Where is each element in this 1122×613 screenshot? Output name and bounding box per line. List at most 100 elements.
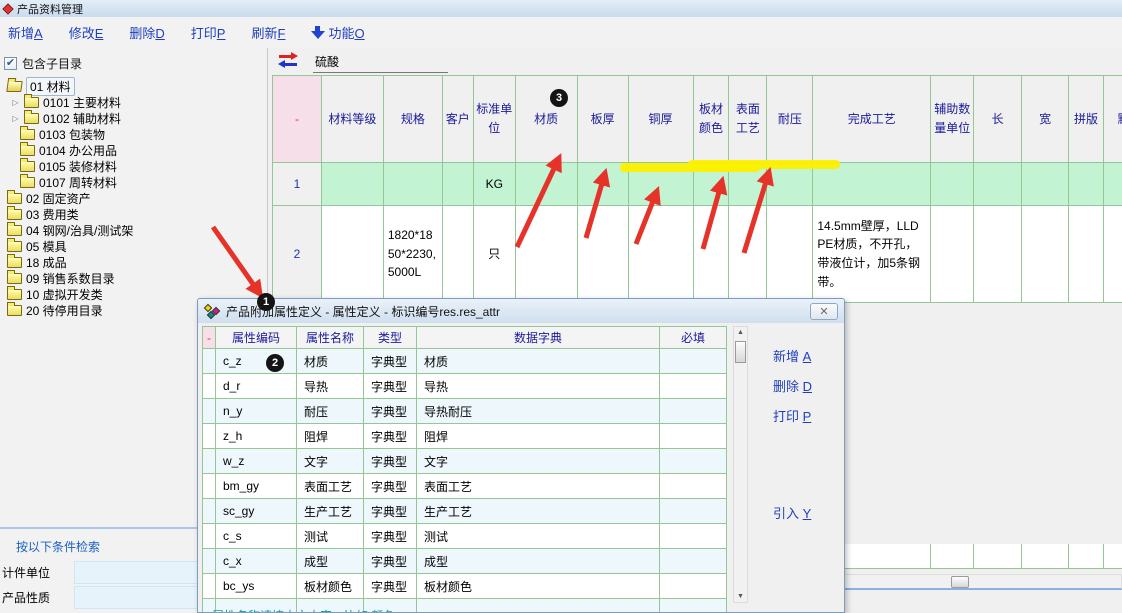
table-cell[interactable] (629, 206, 694, 303)
table-cell[interactable] (578, 206, 629, 303)
table-cell[interactable] (322, 163, 384, 206)
dialog-cell[interactable]: 测试 (297, 524, 364, 549)
dialog-cell[interactable] (660, 549, 727, 574)
table-cell[interactable] (729, 206, 767, 303)
dialog-vertical-scrollbar[interactable]: ▲ ▼ (733, 326, 748, 603)
dialog-cell[interactable]: 测试 (417, 524, 660, 549)
dialog-cell[interactable]: z_h (216, 424, 297, 449)
table-cell-empty[interactable] (974, 544, 1022, 569)
table-cell[interactable] (1104, 163, 1122, 206)
table-cell[interactable]: KG (474, 163, 516, 206)
attribute-row-w_z[interactable]: w_z文字字典型文字 (203, 449, 727, 474)
dialog-cell[interactable] (203, 374, 216, 399)
dialog-cell[interactable]: 板材颜色 (297, 574, 364, 599)
table-cell[interactable]: 2 (273, 206, 322, 303)
dialog-cell[interactable]: 导热 (297, 374, 364, 399)
dialog-cell[interactable]: 成型 (417, 549, 660, 574)
search-input[interactable] (74, 561, 210, 584)
table-cell[interactable] (729, 163, 767, 206)
dialog-cell[interactable]: 阻焊 (417, 424, 660, 449)
dialog-cell[interactable]: 导热 (417, 374, 660, 399)
table-cell[interactable] (1104, 206, 1122, 303)
dialog-cell[interactable] (203, 399, 216, 424)
scroll-up-icon[interactable]: ▲ (735, 329, 746, 336)
dialog-titlebar[interactable]: 产品附加属性定义 - 属性定义 - 标识编号res.res_attr ✕ (198, 299, 844, 323)
dialog-cell[interactable]: 字典型 (364, 549, 417, 574)
sidebar-item-02[interactable]: 02 固定资产 (0, 190, 267, 206)
attribute-row-d_r[interactable]: d_r导热字典型导热 (203, 374, 727, 399)
scroll-down-icon[interactable]: ▼ (735, 593, 746, 600)
sidebar-item-04[interactable]: 04 钢网/治具/测试架 (0, 222, 267, 238)
table-cell[interactable] (516, 206, 578, 303)
table-cell[interactable] (443, 206, 474, 303)
table-cell[interactable]: 1 (273, 163, 322, 206)
dialog-cell[interactable] (203, 499, 216, 524)
dialog-cell[interactable] (660, 574, 727, 599)
dialog-cell[interactable]: 生产工艺 (297, 499, 364, 524)
dialog-cell[interactable] (660, 374, 727, 399)
dialog-cell[interactable]: sc_gy (216, 499, 297, 524)
toolbar-button-E[interactable]: 修改E (69, 23, 104, 42)
column-header-7[interactable]: 铜厚 (629, 76, 694, 163)
sidebar-item-03[interactable]: 03 费用类 (0, 206, 267, 222)
column-header-10[interactable]: 耐压 (767, 76, 813, 163)
dialog-cell[interactable]: 文字 (417, 449, 660, 474)
dialog-cell[interactable]: w_z (216, 449, 297, 474)
dialog-cell[interactable]: n_y (216, 399, 297, 424)
table-cell[interactable] (813, 163, 931, 206)
table-cell-empty[interactable] (931, 544, 974, 569)
dialog-cell[interactable]: 字典型 (364, 474, 417, 499)
attribute-row-c_x[interactable]: c_x成型字典型成型 (203, 549, 727, 574)
dialog-button-Y[interactable]: 引入 Y (773, 503, 811, 522)
sidebar-item-09[interactable]: 09 销售系数目录 (0, 270, 267, 286)
dialog-cell[interactable] (660, 499, 727, 524)
toolbar-button-P[interactable]: 打印P (191, 23, 226, 42)
horizontal-scrollbar-thumb[interactable] (951, 576, 969, 588)
expand-icon[interactable]: ▷ (11, 114, 20, 123)
dialog-column-header-1[interactable]: 属性编码 (216, 327, 297, 349)
dialog-button-A[interactable]: 新增 A (773, 346, 811, 365)
dialog-cell[interactable] (203, 574, 216, 599)
dialog-cell[interactable]: 字典型 (364, 574, 417, 599)
dialog-column-header-5[interactable]: 必填 (660, 327, 727, 349)
dialog-cell[interactable] (660, 524, 727, 549)
attribute-row-sc_gy[interactable]: sc_gy生产工艺字典型生产工艺 (203, 499, 727, 524)
dialog-cell[interactable]: c_z (216, 349, 297, 374)
column-header-12[interactable]: 辅助数量单位 (931, 76, 974, 163)
table-row[interactable]: 21820*1850*2230,5000L只14.5mm壁厚，LLDPE材质，不… (273, 206, 1122, 303)
column-header-1[interactable]: 材料等级 (322, 76, 384, 163)
vertical-scrollbar-thumb[interactable] (735, 341, 746, 363)
column-header-5[interactable]: 材质 (516, 76, 578, 163)
dialog-cell[interactable]: 字典型 (364, 449, 417, 474)
attribute-row-z_h[interactable]: z_h阻焊字典型阻焊 (203, 424, 727, 449)
column-header-13[interactable]: 长 (974, 76, 1022, 163)
swap-icon[interactable] (277, 53, 299, 68)
table-cell[interactable] (694, 206, 730, 303)
column-header-14[interactable]: 宽 (1022, 76, 1069, 163)
attribute-row-c_z[interactable]: c_z材质字典型材质 (203, 349, 727, 374)
dialog-cell[interactable] (660, 399, 727, 424)
dialog-cell[interactable]: c_x (216, 549, 297, 574)
table-cell[interactable]: 14.5mm壁厚，LLDPE材质，不开孔，带液位计，加5条钢带。 (813, 206, 931, 303)
attribute-row-c_s[interactable]: c_s测试字典型测试 (203, 524, 727, 549)
dialog-cell[interactable] (660, 474, 727, 499)
dialog-cell[interactable]: 板材颜色 (417, 574, 660, 599)
dialog-cell[interactable]: 材质 (297, 349, 364, 374)
table-cell[interactable] (974, 163, 1022, 206)
dialog-cell[interactable]: 字典型 (364, 424, 417, 449)
dialog-cell[interactable] (203, 449, 216, 474)
table-cell[interactable] (767, 163, 813, 206)
column-header-0[interactable]: - (273, 76, 322, 163)
table-cell[interactable] (629, 163, 694, 206)
dialog-column-header-2[interactable]: 属性名称 (297, 327, 364, 349)
dialog-cell[interactable]: 字典型 (364, 349, 417, 374)
table-cell-empty[interactable] (1069, 544, 1104, 569)
dialog-cell[interactable]: 材质 (417, 349, 660, 374)
filter-input[interactable]: 硫酸 (313, 53, 448, 73)
table-cell[interactable] (1069, 163, 1104, 206)
table-cell[interactable] (322, 206, 384, 303)
dialog-cell[interactable]: 成型 (297, 549, 364, 574)
dialog-close-button[interactable]: ✕ (810, 303, 838, 320)
table-cell[interactable] (578, 163, 629, 206)
table-cell[interactable] (694, 163, 730, 206)
